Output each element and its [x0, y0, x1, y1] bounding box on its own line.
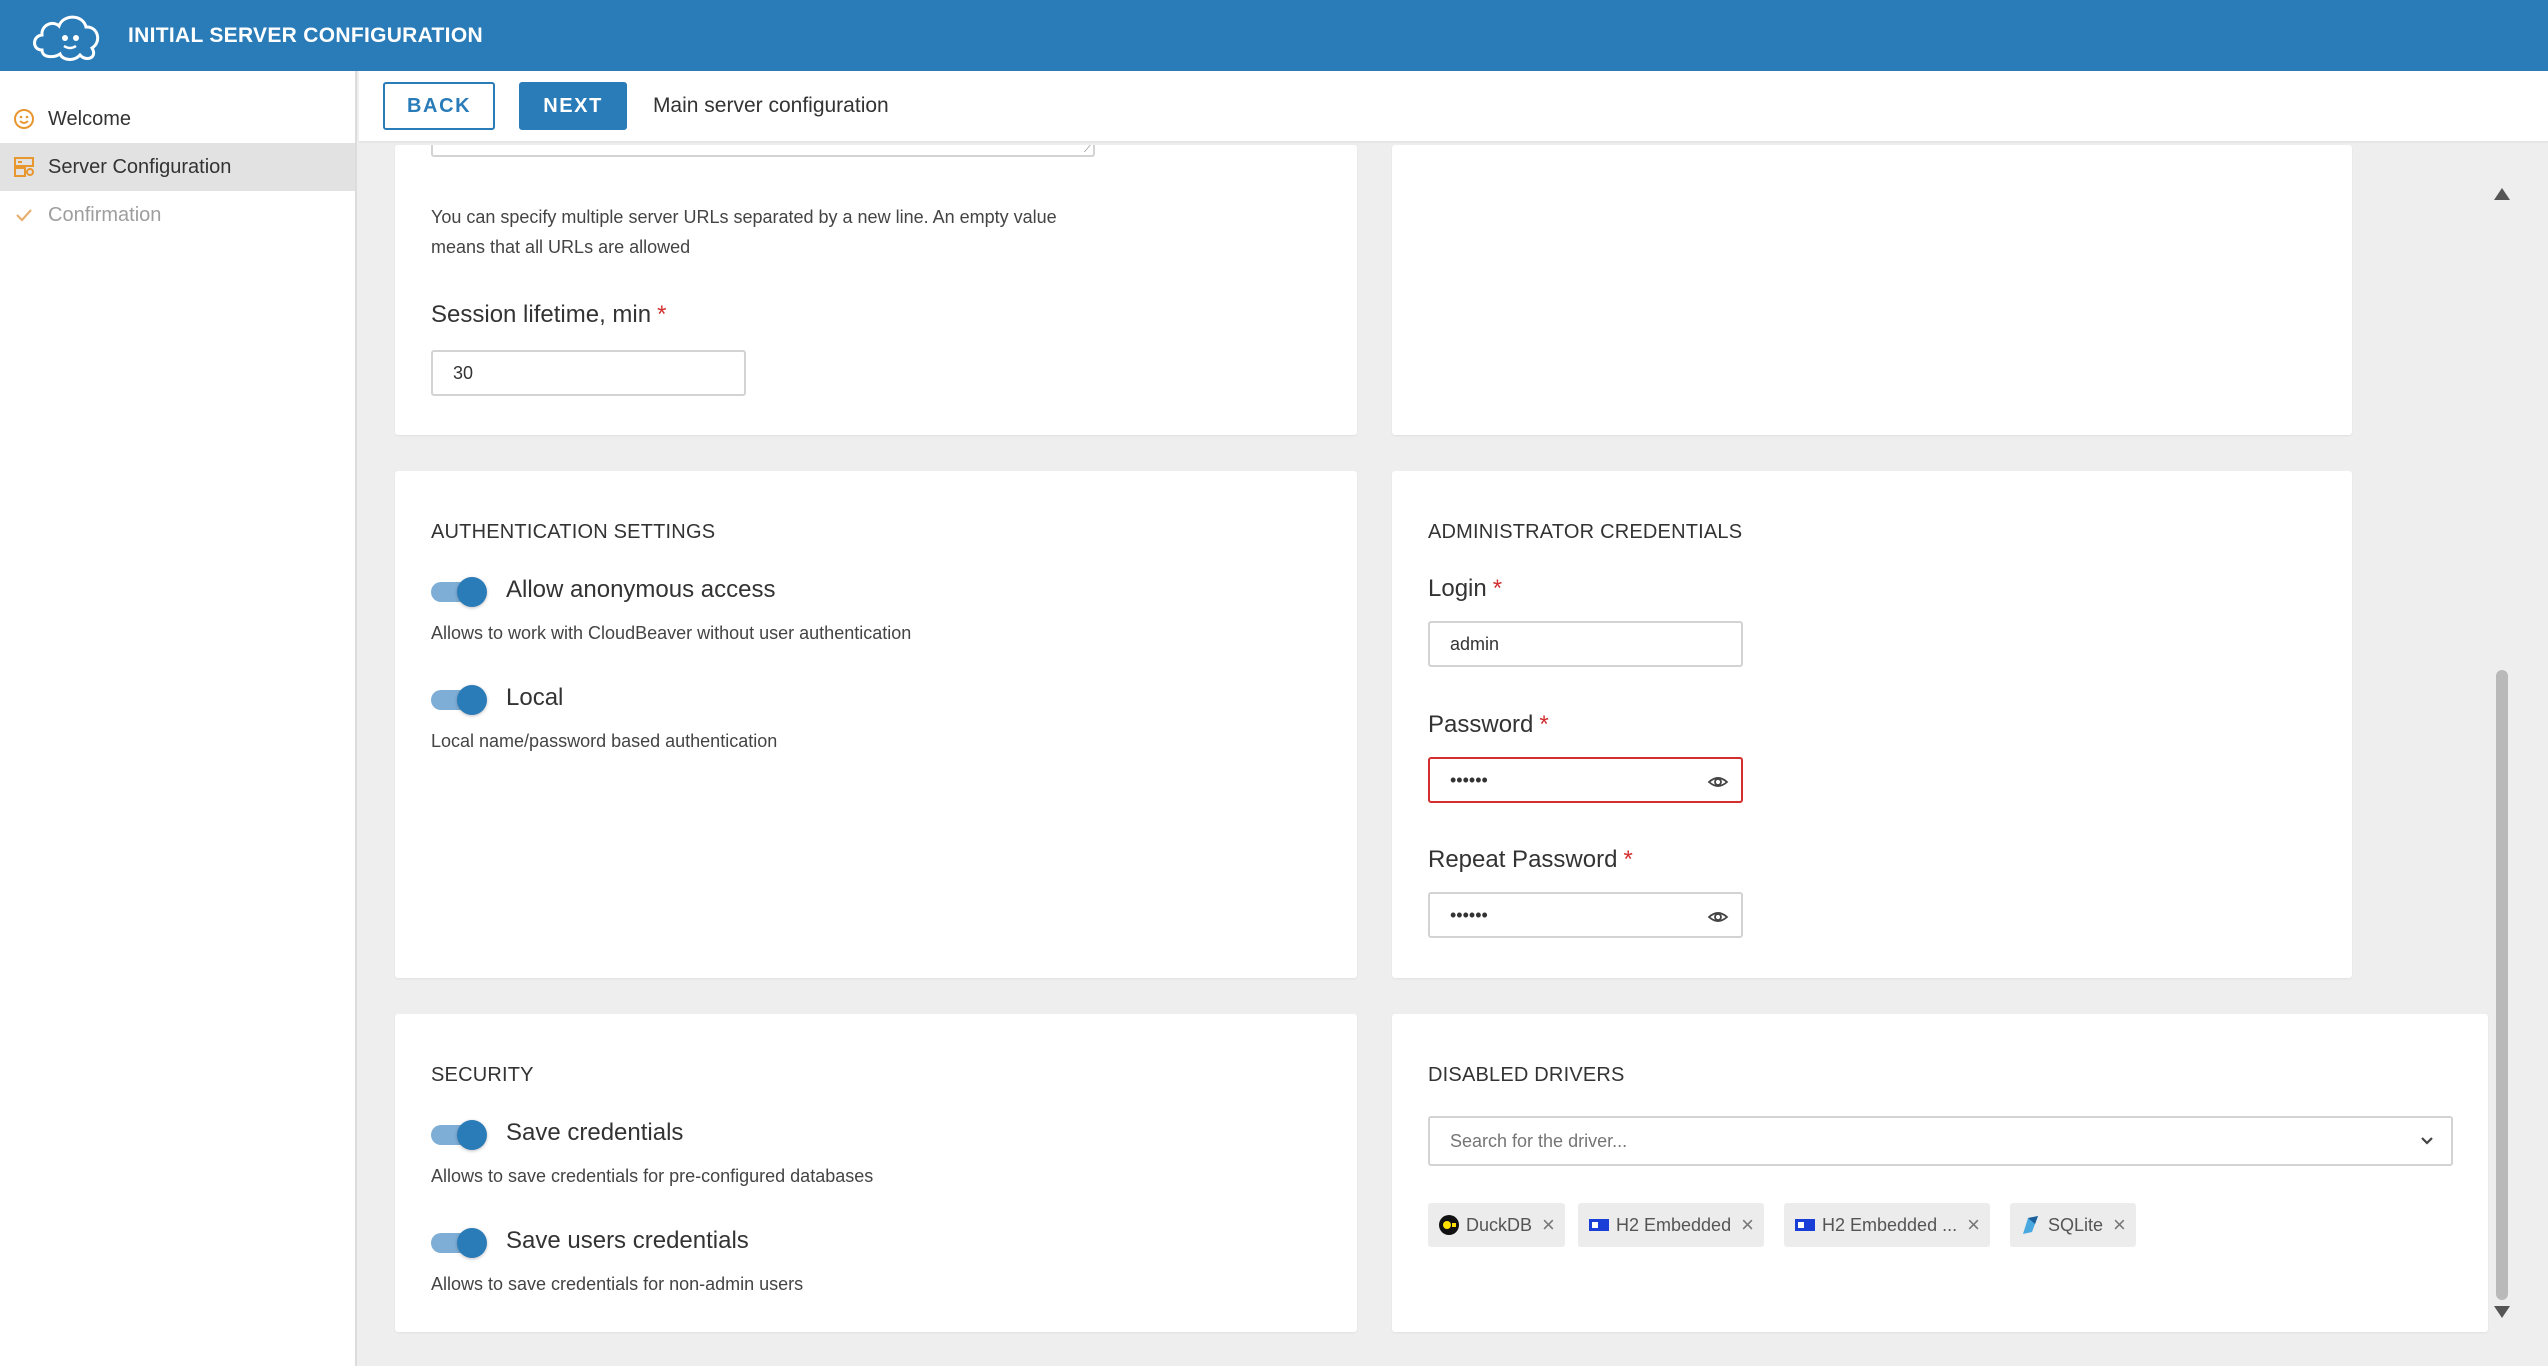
- driver-search-combobox[interactable]: [1428, 1116, 2453, 1166]
- sidebar-item-label: Server Configuration: [48, 155, 232, 178]
- content-scrollbar[interactable]: [2490, 180, 2514, 1330]
- server-settings-card: ⟋ You can specify multiple server URLs s…: [395, 145, 1357, 435]
- administrator-credentials-card: ADMINISTRATOR CREDENTIALS Login * admin P…: [1392, 471, 2352, 978]
- app-title: INITIAL SERVER CONFIGURATION: [128, 23, 483, 47]
- input-value: ••••••: [1450, 769, 1488, 790]
- chip-label: DuckDB: [1466, 1214, 1533, 1235]
- local-auth-label: Local: [506, 684, 564, 711]
- help-line: You can specify multiple server URLs sep…: [431, 207, 1057, 227]
- input-value: admin: [1450, 633, 1500, 654]
- anonymous-access-label: Allow anonymous access: [506, 576, 776, 603]
- server-settings-side-card: [1392, 145, 2352, 435]
- next-button[interactable]: NEXT: [519, 82, 627, 130]
- server-urls-help: You can specify multiple server URLs sep…: [431, 202, 1057, 262]
- duckdb-icon: [1438, 1214, 1460, 1236]
- chip-label: SQLite: [2048, 1214, 2104, 1235]
- chip-label: H2 Embedded: [1616, 1214, 1732, 1235]
- sidebar-item-label: Welcome: [48, 107, 131, 130]
- server-config-icon: [12, 155, 36, 179]
- disabled-driver-chips: DuckDB × H2 Embedded × H2 Embedded ... ×: [1428, 1203, 2468, 1247]
- sidebar-item-label: Confirmation: [48, 203, 162, 226]
- login-input[interactable]: admin: [1428, 621, 1743, 667]
- driver-chip-h2-embedded-2: H2 Embedded ... ×: [1784, 1203, 1990, 1247]
- wizard-toolbar: BACK NEXT Main server configuration: [359, 71, 2548, 143]
- driver-chip-sqlite: SQLite ×: [2010, 1203, 2136, 1247]
- password-input[interactable]: ••••••: [1428, 757, 1743, 803]
- disabled-drivers-card: DISABLED DRIVERS DuckDB × H2 Embedded ×: [1392, 1014, 2488, 1332]
- save-users-credentials-label: Save users credentials: [506, 1227, 749, 1254]
- scroll-down-arrow-icon[interactable]: [2494, 1306, 2510, 1318]
- h2-icon: [1588, 1214, 1610, 1236]
- anonymous-access-toggle[interactable]: [431, 576, 487, 607]
- required-mark: *: [1492, 575, 1503, 602]
- close-icon[interactable]: ×: [1967, 1214, 1980, 1236]
- eye-icon[interactable]: [1707, 771, 1729, 793]
- required-mark: *: [657, 301, 667, 328]
- app-header: INITIAL SERVER CONFIGURATION: [0, 0, 2548, 71]
- driver-search-input[interactable]: [1450, 1130, 2251, 1152]
- anonymous-access-desc: Allows to work with CloudBeaver without …: [431, 623, 912, 643]
- cloudbeaver-logo-icon: [28, 8, 108, 64]
- eye-icon[interactable]: [1707, 906, 1729, 928]
- driver-chip-duckdb: DuckDB ×: [1428, 1203, 1565, 1247]
- config-content[interactable]: ⟋ You can specify multiple server URLs s…: [359, 145, 2548, 1366]
- save-credentials-desc: Allows to save credentials for pre-confi…: [431, 1166, 874, 1186]
- repeat-password-input[interactable]: ••••••: [1428, 892, 1743, 938]
- session-lifetime-label: Session lifetime, min *: [431, 301, 666, 329]
- input-value: ••••••: [1450, 904, 1488, 925]
- h2-icon: [1794, 1214, 1816, 1236]
- smile-icon: [12, 107, 36, 131]
- sidebar: Welcome Server Configuration Confirmatio…: [0, 71, 357, 1366]
- sidebar-item-confirmation[interactable]: Confirmation: [0, 191, 355, 239]
- repeat-password-label: Repeat Password *: [1428, 846, 1633, 874]
- save-users-credentials-desc: Allows to save credentials for non-admin…: [431, 1274, 804, 1294]
- save-users-credentials-toggle[interactable]: [431, 1227, 487, 1258]
- sidebar-item-server-configuration[interactable]: Server Configuration: [0, 143, 355, 191]
- help-line: means that all URLs are allowed: [431, 237, 691, 257]
- server-urls-textarea[interactable]: ⟋: [431, 145, 1095, 157]
- close-icon[interactable]: ×: [1741, 1214, 1754, 1236]
- login-label: Login *: [1428, 575, 1502, 603]
- card-title: DISABLED DRIVERS: [1428, 1064, 1625, 1086]
- sqlite-icon: [2020, 1214, 2042, 1236]
- label-text: Password: [1428, 711, 1534, 738]
- driver-chip-h2-embedded: H2 Embedded ×: [1578, 1203, 1764, 1247]
- chip-label: H2 Embedded ...: [1822, 1214, 1958, 1235]
- save-credentials-toggle[interactable]: [431, 1119, 487, 1150]
- scrollbar-thumb[interactable]: [2496, 670, 2508, 1300]
- security-card: SECURITY Save credentials Allows to save…: [395, 1014, 1357, 1332]
- card-title: ADMINISTRATOR CREDENTIALS: [1428, 521, 1743, 543]
- input-value: 30: [453, 362, 474, 383]
- save-credentials-label: Save credentials: [506, 1119, 684, 1146]
- scroll-up-arrow-icon[interactable]: [2494, 188, 2510, 200]
- check-icon: [12, 203, 36, 227]
- resize-handle-icon: ⟋: [1084, 145, 1091, 155]
- label-text: Session lifetime, min: [431, 301, 652, 328]
- authentication-settings-card: AUTHENTICATION SETTINGS Allow anonymous …: [395, 471, 1357, 978]
- back-button[interactable]: BACK: [383, 82, 496, 130]
- password-label: Password *: [1428, 711, 1549, 739]
- label-text: Login: [1428, 575, 1487, 602]
- session-lifetime-input[interactable]: 30: [431, 350, 746, 396]
- chevron-down-icon[interactable]: [2417, 1131, 2437, 1156]
- local-auth-desc: Local name/password based authentication: [431, 731, 778, 751]
- local-auth-toggle[interactable]: [431, 684, 487, 715]
- label-text: Repeat Password: [1428, 846, 1618, 873]
- card-title: AUTHENTICATION SETTINGS: [431, 521, 716, 543]
- close-icon[interactable]: ×: [1542, 1214, 1555, 1236]
- step-title: Main server configuration: [652, 94, 889, 117]
- required-mark: *: [1539, 711, 1549, 738]
- required-mark: *: [1623, 846, 1633, 873]
- card-title: SECURITY: [431, 1064, 534, 1086]
- sidebar-item-welcome[interactable]: Welcome: [0, 95, 355, 143]
- close-icon[interactable]: ×: [2113, 1214, 2126, 1236]
